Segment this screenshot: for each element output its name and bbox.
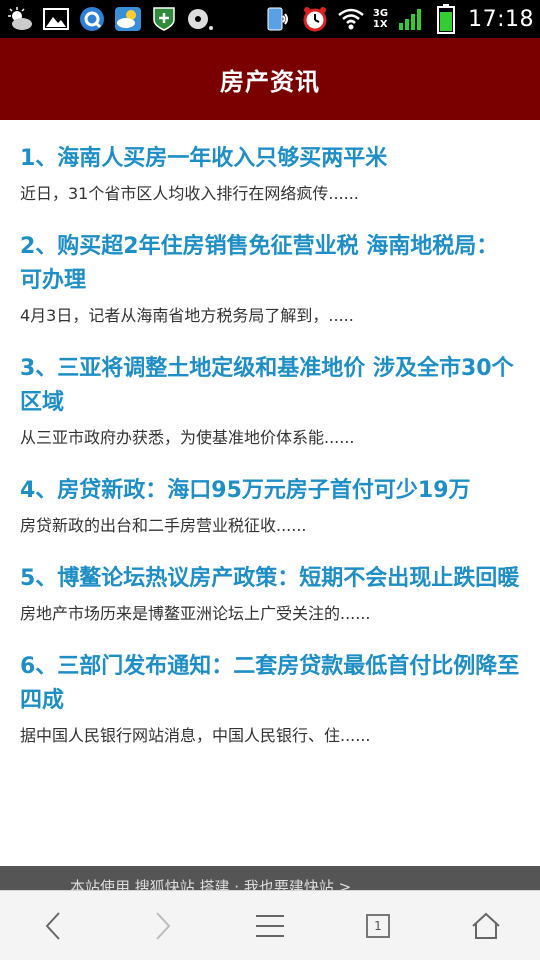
news-item[interactable]: 6、三部门发布通知：二套房贷款最低首付比例降至四成 据中国人民银行网站消息，中国…: [20, 628, 520, 750]
screen-cast-icon: [265, 5, 293, 33]
browser-q-icon: [78, 5, 106, 33]
news-title-link[interactable]: 2、购买超2年住房销售免征营业税 海南地税局：可办理: [20, 230, 520, 298]
news-summary: 房贷新政的出台和二手房营业税征收......: [20, 516, 307, 535]
status-time: 17:18: [468, 6, 534, 32]
hamburger-menu-icon: [256, 914, 284, 937]
page-header: 房产资讯: [0, 38, 540, 120]
news-title-link[interactable]: 4、房贷新政：海口95万元房子首付可少19万: [20, 474, 520, 508]
back-button[interactable]: [24, 896, 84, 956]
battery-icon: [432, 4, 460, 34]
page-title: 房产资讯: [220, 67, 320, 96]
gallery-icon: [42, 5, 70, 33]
tabs-button[interactable]: 1: [348, 896, 408, 956]
news-item[interactable]: 2、购买超2年住房销售免征营业税 海南地税局：可办理 4月3日，记者从海南省地方…: [20, 208, 520, 330]
news-summary: 房地产市场历来是博鳌亚洲论坛上广受关注的......: [20, 604, 371, 623]
signal-icon: [396, 5, 424, 33]
network-type-top: 3G: [372, 8, 389, 19]
news-title-link[interactable]: 1、海南人买房一年收入只够买两平米: [20, 142, 520, 176]
browser-toolbar: 1: [0, 890, 540, 960]
network-type-bottom: 1X: [372, 19, 388, 30]
home-button[interactable]: [456, 896, 516, 956]
status-bar: 3G 1X 17:18: [0, 0, 540, 38]
news-item[interactable]: 5、博鳌论坛热议房产政策：短期不会出现止跌回暖 房地产市场历来是博鳌亚洲论坛上广…: [20, 540, 520, 628]
site-footer: 本站使用 搜狐快站 搭建 · 我也要建快站 >: [0, 866, 540, 890]
menu-button[interactable]: [240, 896, 300, 956]
news-summary: 近日，31个省市区人均收入排行在网络疯传......: [20, 184, 359, 203]
wifi-icon: [337, 5, 365, 33]
home-icon: [472, 912, 500, 939]
weather-icon: [6, 5, 34, 33]
chevron-right-icon: [156, 911, 171, 940]
alarm-icon: [301, 5, 329, 33]
weather-cloud-icon: [114, 5, 142, 33]
news-summary: 据中国人民银行网站消息，中国人民银行、住......: [20, 726, 371, 745]
footer-build-link[interactable]: 本站使用 搜狐快站 搭建 · 我也要建快站 >: [70, 876, 351, 890]
news-title-link[interactable]: 6、三部门发布通知：二套房贷款最低首付比例降至四成: [20, 650, 520, 718]
forward-button[interactable]: [132, 896, 192, 956]
news-summary: 4月3日，记者从海南省地方税务局了解到，.....: [20, 306, 354, 325]
tab-count-badge: 1: [366, 913, 390, 938]
news-item[interactable]: 1、海南人买房一年收入只够买两平米 近日，31个省市区人均收入排行在网络疯传..…: [20, 120, 520, 208]
disc-icon: [186, 5, 214, 33]
shield-icon: [150, 5, 178, 33]
news-item[interactable]: 4、房贷新政：海口95万元房子首付可少19万 房贷新政的出台和二手房营业税征收.…: [20, 452, 520, 540]
network-type-labels: 3G 1X: [373, 8, 388, 30]
news-item[interactable]: 3、三亚将调整土地定级和基准地价 涉及全市30个区域 从三亚市政府办获悉，为使基…: [20, 330, 520, 452]
news-summary: 从三亚市政府办获悉，为使基准地价体系能......: [20, 428, 355, 447]
news-title-link[interactable]: 5、博鳌论坛热议房产政策：短期不会出现止跌回暖: [20, 562, 520, 596]
news-title-link[interactable]: 3、三亚将调整土地定级和基准地价 涉及全市30个区域: [20, 352, 520, 420]
chevron-left-icon: [45, 911, 60, 940]
news-list: 1、海南人买房一年收入只够买两平米 近日，31个省市区人均收入排行在网络疯传..…: [0, 120, 540, 750]
